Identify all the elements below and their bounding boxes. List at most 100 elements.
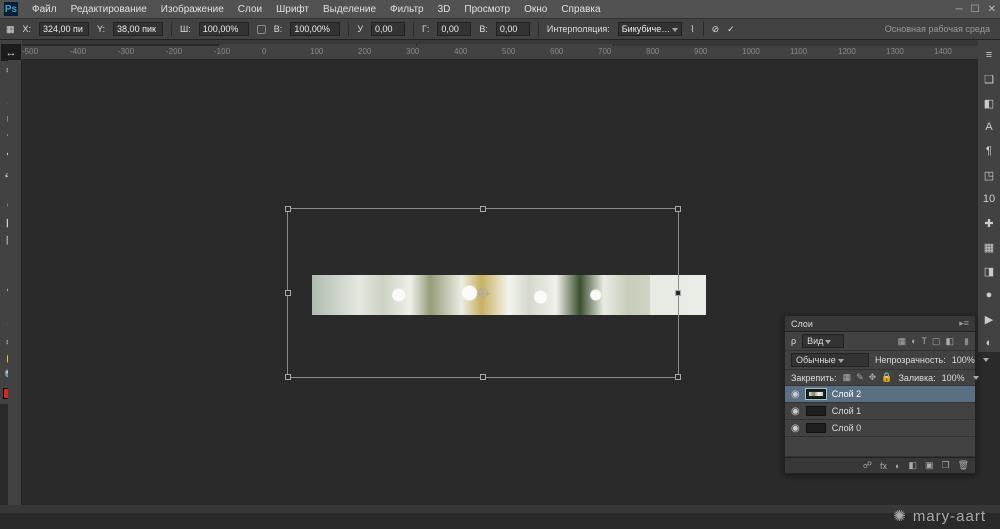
panel-6-icon[interactable]: ◳ — [980, 166, 998, 184]
workspace-picker[interactable]: Основная рабочая среда — [885, 24, 990, 34]
layer-fx-icon[interactable]: fx — [880, 461, 887, 471]
panel-5-icon[interactable]: ¶ — [980, 142, 998, 160]
panel-11-icon[interactable]: ● — [980, 286, 998, 304]
menu-3d[interactable]: 3D — [438, 4, 451, 15]
commit-transform-icon[interactable]: ✓ — [727, 24, 735, 35]
menu-select[interactable]: Выделение — [323, 4, 376, 15]
menu-edit[interactable]: Редактирование — [71, 4, 147, 15]
layer-filter-type-icon[interactable]: ρ — [791, 336, 796, 346]
menu-type[interactable]: Шрифт — [276, 4, 309, 15]
menu-image[interactable]: Изображение — [161, 4, 224, 15]
opt-x-field[interactable]: 324,00 пи — [39, 22, 89, 36]
opt-x-label: X: — [23, 24, 32, 34]
panel-4-icon[interactable]: A — [980, 118, 998, 136]
delete-layer-icon[interactable]: 🗑 — [958, 460, 969, 471]
layer-visibility-icon[interactable]: ◉ — [791, 406, 800, 417]
ruler-tick: -400 — [70, 47, 86, 56]
menu-help[interactable]: Справка — [561, 4, 600, 15]
layer-row[interactable]: ◉ Слой 0 — [785, 420, 975, 437]
move-tool[interactable]: ↔ — [1, 44, 21, 61]
window-maximize-icon[interactable]: ☐ — [971, 4, 980, 15]
window-close-icon[interactable]: ✕ — [988, 4, 996, 15]
blend-mode-dropdown[interactable]: Обычные — [791, 353, 869, 367]
ruler-tick: -300 — [118, 47, 134, 56]
opt-w-field[interactable]: 100,00% — [199, 22, 249, 36]
lock-position-icon[interactable]: ✥ — [869, 372, 877, 383]
filter-pixel-icon[interactable]: ▦ — [898, 336, 907, 347]
panel-8-icon[interactable]: ✚ — [980, 214, 998, 232]
menu-view[interactable]: Просмотр — [464, 4, 510, 15]
transform-reference-icon[interactable]: ▦ — [6, 24, 15, 35]
layer-visibility-icon[interactable]: ◉ — [791, 389, 800, 400]
layer-visibility-icon[interactable]: ◉ — [791, 423, 800, 434]
warp-mode-icon[interactable]: ⌇ — [690, 24, 694, 35]
panel-menu-icon[interactable]: ▸≡ — [959, 318, 969, 329]
filter-shape-icon[interactable]: ▢ — [932, 336, 941, 347]
new-layer-icon[interactable]: ❐ — [941, 460, 949, 471]
layer-thumbnail[interactable] — [806, 406, 826, 416]
menu-window[interactable]: Окно — [524, 4, 547, 15]
filter-adjust-icon[interactable]: ◐ — [911, 336, 916, 347]
layer-name[interactable]: Слой 2 — [832, 389, 861, 399]
ruler-tick: 900 — [694, 47, 707, 56]
opt-skew-h-field[interactable]: 0,00 — [437, 22, 471, 36]
filter-toggle-icon[interactable]: ▮ — [964, 336, 969, 347]
transform-handle-tm[interactable] — [480, 206, 486, 212]
adjustment-layer-icon[interactable]: ◧ — [908, 460, 917, 471]
menu-layers[interactable]: Слои — [238, 4, 262, 15]
filter-smart-icon[interactable]: ◧ — [946, 336, 955, 347]
fill-dropdown-icon[interactable] — [973, 376, 979, 380]
watermark-icon: ✺ — [893, 507, 907, 525]
layers-panel-footer: ☍ fx ◐ ◧ ▣ ❐ 🗑 — [785, 457, 975, 473]
transform-handle-bm[interactable] — [480, 374, 486, 380]
ruler-tick: 1100 — [790, 47, 807, 56]
panel-dock: ≡ ❑ ◧ A ¶ ◳ 10 ✚ ▦ ◨ ● ▶ ◐ — [978, 40, 1000, 352]
layer-thumbnail[interactable] — [806, 423, 826, 433]
opt-h-field[interactable]: 100,00% — [290, 22, 340, 36]
options-bar: ▦ X: 324,00 пи Y: 38,00 пик Ш: 100,00% В… — [0, 18, 1000, 40]
menu-filter[interactable]: Фильтр — [390, 4, 424, 15]
opt-angle-field[interactable]: 0,00 — [371, 22, 405, 36]
layer-name[interactable]: Слой 1 — [832, 406, 861, 416]
panel-13-icon[interactable]: ◐ — [980, 334, 998, 352]
panel-2-icon[interactable]: ❑ — [980, 70, 998, 88]
panel-1-icon[interactable]: ≡ — [980, 46, 998, 64]
filter-type-icon[interactable]: T — [922, 336, 928, 347]
panel-3-icon[interactable]: ◧ — [980, 94, 998, 112]
panel-12-icon[interactable]: ▶ — [980, 310, 998, 328]
transform-handle-tr[interactable] — [675, 206, 681, 212]
lock-paint-icon[interactable]: ✎ — [856, 372, 864, 383]
opt-interp-dropdown[interactable]: Бикубиче… — [618, 22, 682, 36]
layer-group-icon[interactable]: ▣ — [925, 460, 934, 471]
window-minimize-icon[interactable]: ─ — [956, 4, 963, 15]
cancel-transform-icon[interactable]: ⊘ — [712, 24, 720, 35]
panel-9-icon[interactable]: ▦ — [980, 238, 998, 256]
transform-handle-br[interactable] — [675, 374, 681, 380]
menu-file[interactable]: Файл — [32, 4, 57, 15]
fill-label: Заливка: — [898, 373, 935, 383]
opacity-value[interactable]: 100% — [952, 355, 975, 365]
panel-7-icon[interactable]: 10 — [980, 190, 998, 208]
layer-row[interactable]: ◉ Слой 1 — [785, 403, 975, 420]
layer-mask-icon[interactable]: ◐ — [895, 461, 900, 471]
link-layers-icon[interactable]: ☍ — [863, 460, 872, 471]
ruler-tick: 1000 — [742, 47, 760, 56]
panel-10-icon[interactable]: ◨ — [980, 262, 998, 280]
ruler-tick: 1400 — [934, 47, 952, 56]
layer-name[interactable]: Слой 0 — [832, 423, 861, 433]
lock-all-icon[interactable]: 🔒 — [881, 372, 892, 383]
transform-handle-tl[interactable] — [285, 206, 291, 212]
fill-value[interactable]: 100% — [942, 373, 965, 383]
transform-handle-ml[interactable] — [285, 290, 291, 296]
layer-row[interactable]: ◉ Слой 2 — [785, 386, 975, 403]
layer-thumbnail[interactable] — [806, 389, 826, 399]
link-wh-icon[interactable] — [257, 25, 266, 34]
opt-y-field[interactable]: 38,00 пик — [113, 22, 163, 36]
opt-skew-v-field[interactable]: 0,00 — [496, 22, 530, 36]
layers-panel-title[interactable]: Слои ▸≡ — [785, 316, 975, 332]
transform-handle-bl[interactable] — [285, 374, 291, 380]
document-canvas[interactable] — [312, 275, 706, 315]
lock-pixels-icon[interactable]: ▦ — [843, 372, 852, 383]
opacity-dropdown-icon[interactable] — [983, 358, 989, 362]
layer-filter-dropdown[interactable]: Вид — [802, 334, 844, 348]
